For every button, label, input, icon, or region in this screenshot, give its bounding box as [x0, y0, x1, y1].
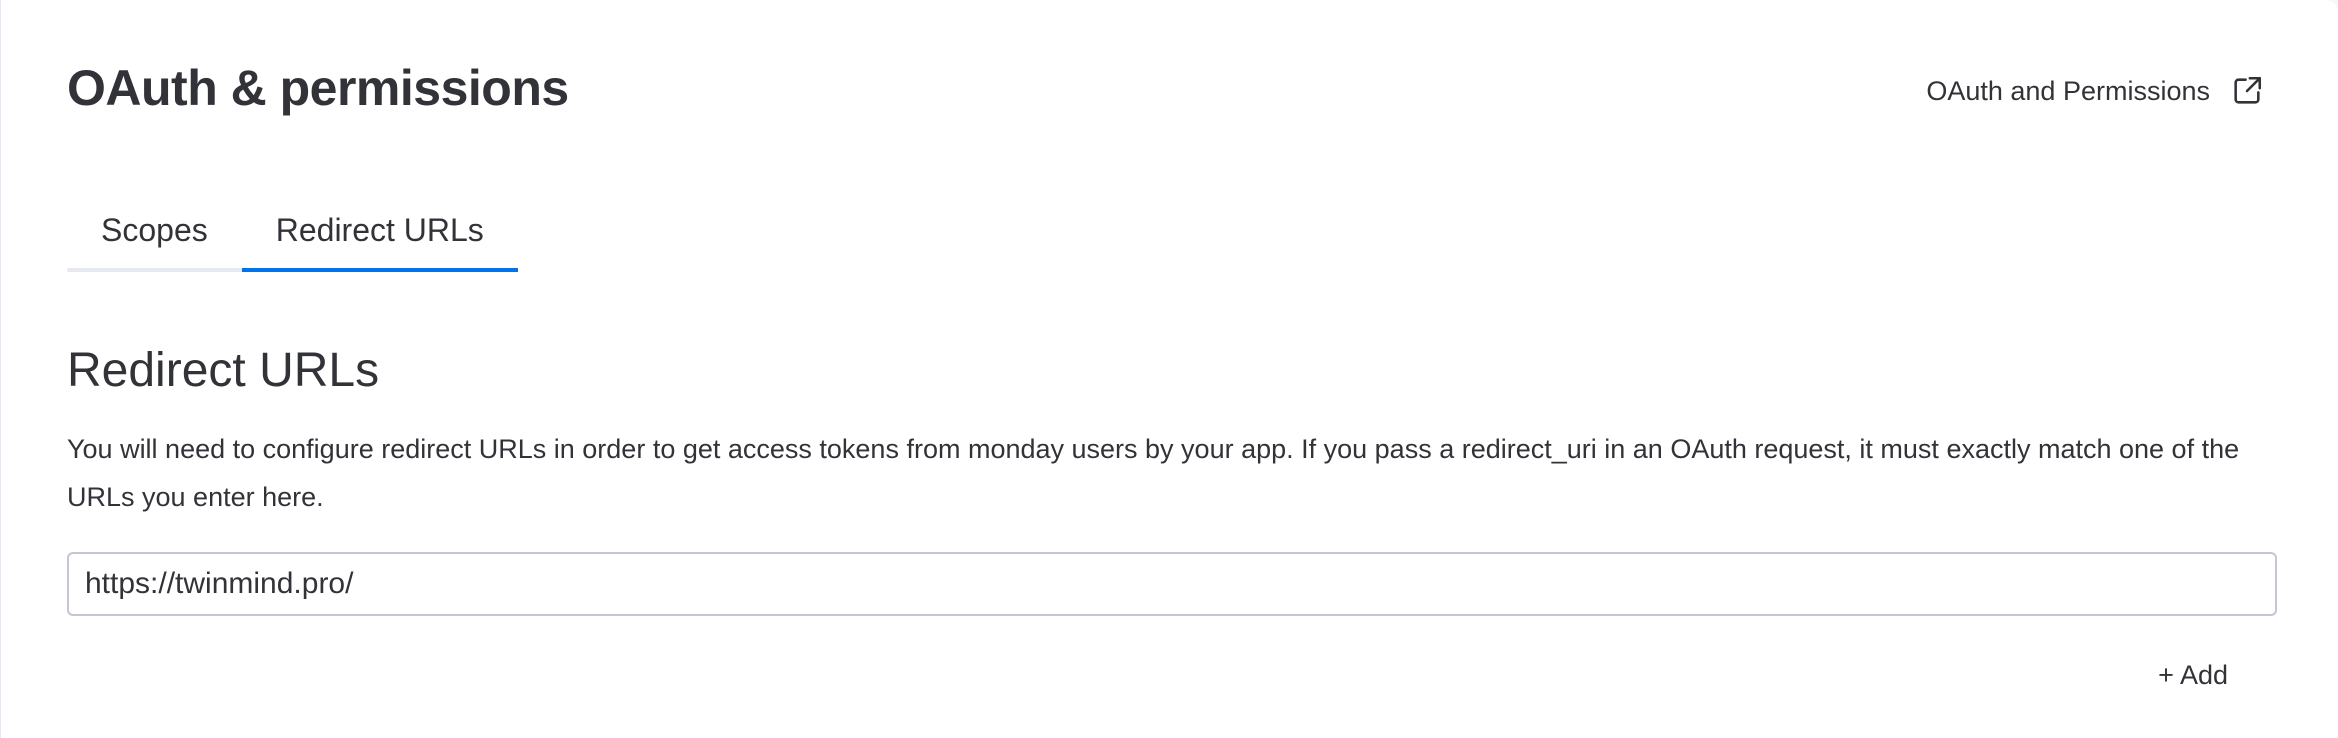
external-link-icon: [2230, 74, 2264, 108]
tab-list: Scopes Redirect URLs: [67, 206, 518, 272]
oauth-docs-link-label: OAuth and Permissions: [1926, 75, 2210, 106]
oauth-docs-link[interactable]: OAuth and Permissions: [1926, 74, 2264, 108]
redirect-url-input[interactable]: [67, 552, 2277, 616]
section-title: Redirect URLs: [67, 344, 380, 397]
tab-redirect-urls[interactable]: Redirect URLs: [241, 206, 518, 272]
page-title: OAuth & permissions: [67, 60, 569, 116]
tab-scopes[interactable]: Scopes: [67, 206, 242, 272]
add-redirect-url-button[interactable]: + Add: [2158, 660, 2228, 691]
oauth-permissions-panel: OAuth & permissions OAuth and Permission…: [0, 0, 2338, 738]
section-description: You will need to configure redirect URLs…: [67, 434, 2240, 512]
